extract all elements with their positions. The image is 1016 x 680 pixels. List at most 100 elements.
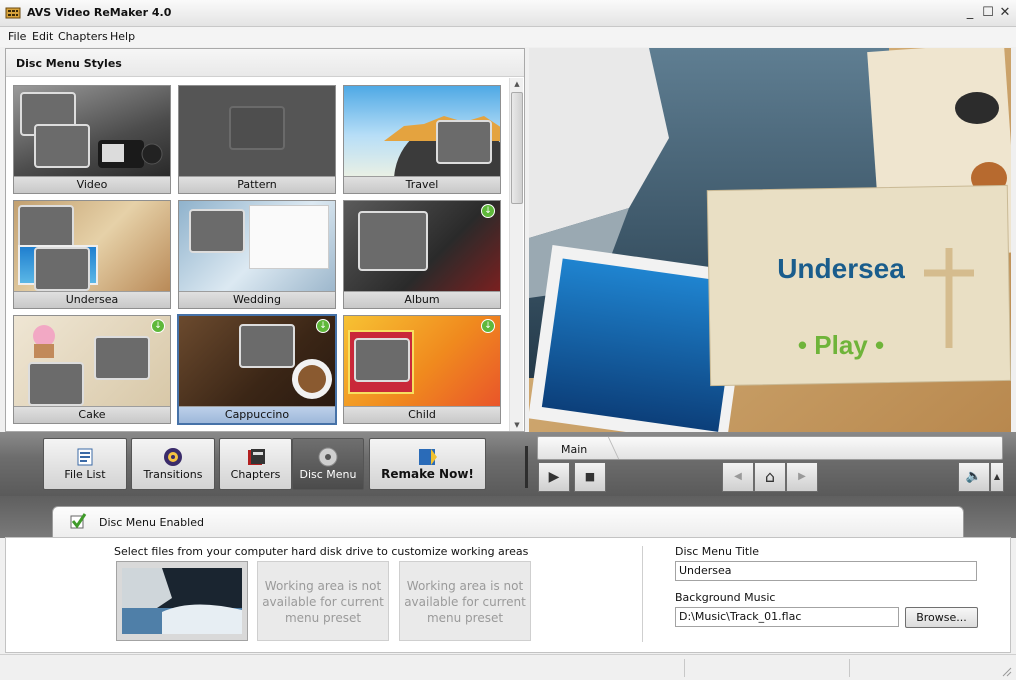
preview-play-button[interactable]: • Play • [759,330,923,361]
disc-menu-label: Disc Menu [299,468,357,481]
status-bar [0,654,1016,680]
browse-button[interactable]: Browse... [905,607,978,628]
disc-menu-styles-panel: Disc Menu Styles Video Pattern Travel Un… [5,48,525,432]
menu-file[interactable]: File [8,30,26,43]
placeholder-icon [189,209,245,253]
play-icon: ▶ [548,469,560,485]
breadcrumb-divider [596,437,620,459]
disc-menu-button[interactable]: Disc Menu [292,438,364,490]
placeholder-icon [34,247,90,291]
style-label: Pattern [179,176,335,193]
next-menu-button[interactable]: ▶ [786,462,818,492]
volume-icon: 🔈 [965,469,983,484]
style-label: Cappuccino [179,406,335,423]
title-bar: AVS Video ReMaker 4.0 _ ☐ ✕ [0,0,1016,27]
style-cappuccino[interactable]: ↓ Cappuccino [177,314,337,425]
volume-dropdown-button[interactable]: ▲ [990,462,1004,492]
working-area-3: Working area is not available for curren… [399,561,531,641]
maximize-button[interactable]: ☐ [980,5,996,21]
transitions-icon [164,448,182,466]
style-label: Cake [14,406,170,423]
style-preview-image: ↓ [14,316,170,406]
album-page [249,205,329,269]
stop-button[interactable]: ■ [574,462,606,492]
menu-preview: Undersea • Play • [529,48,1011,433]
stop-icon: ■ [584,470,596,483]
menu-breadcrumb-bar: Main [537,436,1003,460]
style-label: Child [344,406,500,423]
chapters-icon [247,449,265,465]
close-button[interactable]: ✕ [997,5,1013,21]
file-list-button[interactable]: File List [43,438,127,490]
remake-now-label: Remake Now! [381,467,474,481]
window-title: AVS Video ReMaker 4.0 [27,6,172,19]
style-label: Wedding [179,291,335,308]
play-button[interactable]: ▶ [538,462,570,492]
download-icon: ↓ [316,319,330,333]
disc-menu-enabled-tab[interactable]: Disc Menu Enabled [52,506,964,538]
home-icon: ⌂ [764,467,776,486]
cupcake-icon [33,325,55,358]
working-area-unavailable-text: Working area is not available for curren… [262,579,384,625]
chevron-up-icon: ▲ [993,472,1001,481]
menu-help[interactable]: Help [110,30,135,43]
chapters-button[interactable]: Chapters [219,438,292,490]
home-menu-button[interactable]: ⌂ [754,462,786,492]
menu-edit[interactable]: Edit [32,30,53,43]
scroll-up-icon[interactable]: ▲ [510,78,524,90]
disc-menu-enabled-label: Disc Menu Enabled [99,516,204,529]
style-video[interactable]: Video [13,85,171,194]
next-icon: ▶ [798,471,806,482]
transitions-label: Transitions [143,468,203,481]
placeholder-icon [358,211,428,271]
remake-now-icon [418,449,437,465]
menu-chapters[interactable]: Chapters [58,30,108,43]
chapters-label: Chapters [230,468,281,481]
working-area-hint: Select files from your computer hard dis… [114,545,529,558]
disc-menu-title-label: Disc Menu Title [675,545,760,558]
scroll-down-icon[interactable]: ▼ [510,419,524,431]
file-list-label: File List [64,468,106,481]
style-child[interactable]: ↓ Child [343,315,501,424]
transitions-button[interactable]: Transitions [131,438,215,490]
breadcrumb-main[interactable]: Main [561,443,587,456]
style-preview-image: ↓ [344,201,500,291]
working-area-thumbnail [122,568,242,634]
style-preview-image [344,86,500,176]
background-music-label: Background Music [675,591,776,604]
style-pattern[interactable]: Pattern [178,85,336,194]
scrollbar-thumb[interactable] [511,92,523,204]
styles-scrollbar[interactable]: ▲ ▼ [509,78,523,431]
toolbar-separator [525,446,528,488]
camcorder-icon [98,140,163,168]
minimize-button[interactable]: _ [962,5,978,21]
style-wedding[interactable]: Wedding [178,200,336,309]
placeholder-icon [18,205,74,249]
placeholder-icon [229,106,285,150]
style-travel[interactable]: Travel [343,85,501,194]
placeholder-icon [354,338,410,382]
working-area-1[interactable] [116,561,248,641]
working-area-2: Working area is not available for curren… [257,561,389,641]
status-divider [684,659,685,677]
status-divider [849,659,850,677]
style-cake[interactable]: ↓ Cake [13,315,171,424]
style-preview-image [179,201,335,291]
download-icon: ↓ [481,319,495,333]
style-undersea[interactable]: Undersea [13,200,171,309]
checkbox-checked-icon[interactable] [69,512,87,530]
volume-button[interactable]: 🔈 [958,462,990,492]
background-music-input[interactable]: D:\Music\Track_01.flac [675,607,899,627]
previous-menu-button[interactable]: ◀ [722,462,754,492]
download-icon: ↓ [481,204,495,218]
style-preview-image [179,86,335,176]
style-preview-image: ↓ [179,316,335,406]
settings-divider [642,546,643,642]
remake-now-button[interactable]: Remake Now! [369,438,486,490]
placeholder-icon [34,124,90,168]
style-album[interactable]: ↓ Album [343,200,501,309]
style-preview-image [14,86,170,176]
disc-menu-title-input[interactable]: Undersea [675,561,977,581]
download-icon: ↓ [151,319,165,333]
resize-grip-icon[interactable] [1000,665,1012,677]
